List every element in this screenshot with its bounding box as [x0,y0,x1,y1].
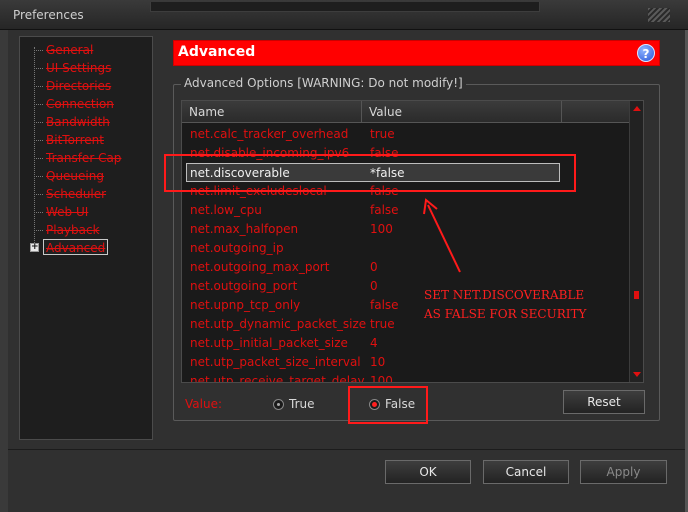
row-name: net.upnp_tcp_only [190,298,301,312]
scroll-down-icon[interactable] [633,372,641,377]
row-name: net.discoverable [190,166,290,180]
table-row[interactable]: net.utp_initial_packet_size 4 [182,334,630,353]
row-value: 0 [370,260,378,274]
row-value: true [370,127,395,141]
tree-branch-line [34,230,43,231]
row-value: false [370,203,399,217]
radio-false-label: False [385,397,416,411]
tree-branch-line [34,176,43,177]
row-name: net.disable_incoming_ipv6 [190,146,350,160]
annotation-text: SET NET.DISCOVERABLE AS FALSE FOR SECURI… [424,288,587,321]
row-name: net.outgoing_ip [190,241,284,255]
row-value: *false [370,166,405,180]
table-row[interactable]: net.calc_tracker_overhead true [182,125,630,144]
row-value: 4 [370,336,378,350]
radio-circle-icon[interactable] [273,398,284,410]
tree-item-bandwidth[interactable]: Bandwidth [46,114,110,130]
tree-item-scheduler[interactable]: Scheduler [46,186,106,202]
footer-divider [8,449,685,450]
tree-item-advanced[interactable]: Advanced [43,239,109,255]
scroll-thumb[interactable] [634,291,639,299]
section-title: Advanced [178,44,256,60]
tree-branch-line [34,140,43,141]
row-value: 10 [370,355,386,369]
row-value: false [370,184,399,198]
advanced-options-list[interactable]: Name Value net.calc_tracker_overhead tru… [181,100,644,383]
preferences-tree[interactable]: General UI Settings Directories Connecti… [19,36,153,440]
tree-item-general[interactable]: General [46,42,93,58]
row-name: net.utp_receive_target_delay [190,374,365,383]
window-left-edge [0,30,8,512]
tree-connector-line [34,47,35,247]
row-name: net.max_halfopen [190,222,299,236]
list-header: Name Value [182,101,630,123]
scroll-up-icon[interactable] [633,106,641,111]
row-value: true [370,317,395,331]
tree-item-transfer-cap[interactable]: Transfer Cap [46,150,121,166]
expand-plus-icon[interactable]: + [30,243,39,252]
column-header-value[interactable]: Value [362,101,562,123]
cancel-button[interactable]: Cancel [483,460,569,484]
radio-true-label: True [289,397,315,411]
table-row[interactable]: net.max_halfopen 100 [182,220,630,239]
row-name: net.low_cpu [190,203,262,217]
tree-item-bittorrent[interactable]: BitTorrent [46,132,104,148]
radio-false[interactable]: False [369,397,415,411]
value-label: Value: [185,397,222,411]
apply-button[interactable]: Apply [580,460,667,484]
table-row[interactable]: net.disable_incoming_ipv6 false [182,144,630,163]
grip-icon[interactable] [648,8,670,22]
section-header: Advanced ? [173,40,660,66]
table-row[interactable]: net.limit_excludeslocal false [182,182,630,201]
row-value: 100 [370,222,393,236]
tree-item-connection[interactable]: Connection [46,96,114,112]
row-name: net.outgoing_port [190,279,298,293]
tree-item-web-ui[interactable]: Web UI [46,204,88,220]
row-name: net.utp_initial_packet_size [190,336,348,350]
row-value: false [370,146,399,160]
tree-item-queueing[interactable]: Queueing [46,168,104,184]
tree-item-ui-settings[interactable]: UI Settings [46,60,111,76]
help-icon[interactable]: ? [637,44,655,62]
row-value: 0 [370,279,378,293]
tree-branch-line [34,158,43,159]
tree-branch-line [34,50,43,51]
group-label: Advanced Options [WARNING: Do not modify… [181,76,466,90]
row-name: net.utp_dynamic_packet_size [190,317,367,331]
table-row[interactable]: net.low_cpu false [182,201,630,220]
row-name: net.outgoing_max_port [190,260,330,274]
tree-item-playback[interactable]: Playback [46,222,100,238]
tree-branch-line [34,122,43,123]
table-row[interactable]: net.outgoing_max_port 0 [182,258,630,277]
tree-branch-line [34,212,43,213]
window-title: Preferences [13,8,84,22]
tree-branch-line [34,68,43,69]
row-name: net.calc_tracker_overhead [190,127,349,141]
table-row[interactable]: net.utp_packet_size_interval 10 [182,353,630,372]
radio-checked-icon[interactable] [369,398,380,410]
title-bar-tab [150,2,540,12]
row-value: false [370,298,399,312]
table-row[interactable]: net.utp_receive_target_delay 100 [182,372,630,383]
table-row[interactable]: net.outgoing_ip [182,239,630,258]
tree-item-directories[interactable]: Directories [46,78,111,94]
tree-branch-line [34,104,43,105]
radio-true[interactable]: True [273,397,315,411]
row-name: net.utp_packet_size_interval [190,355,361,369]
row-name: net.limit_excludeslocal [190,184,327,198]
row-value: 100 [370,374,393,383]
column-header-name[interactable]: Name [182,101,362,123]
vertical-scrollbar[interactable] [629,101,643,382]
table-row-selected[interactable]: net.discoverable *false [186,163,560,182]
title-bar[interactable]: Preferences [0,0,688,30]
ok-button[interactable]: OK [385,460,471,484]
tree-branch-line [34,86,43,87]
tree-branch-line [34,194,43,195]
reset-button[interactable]: Reset [563,390,645,414]
